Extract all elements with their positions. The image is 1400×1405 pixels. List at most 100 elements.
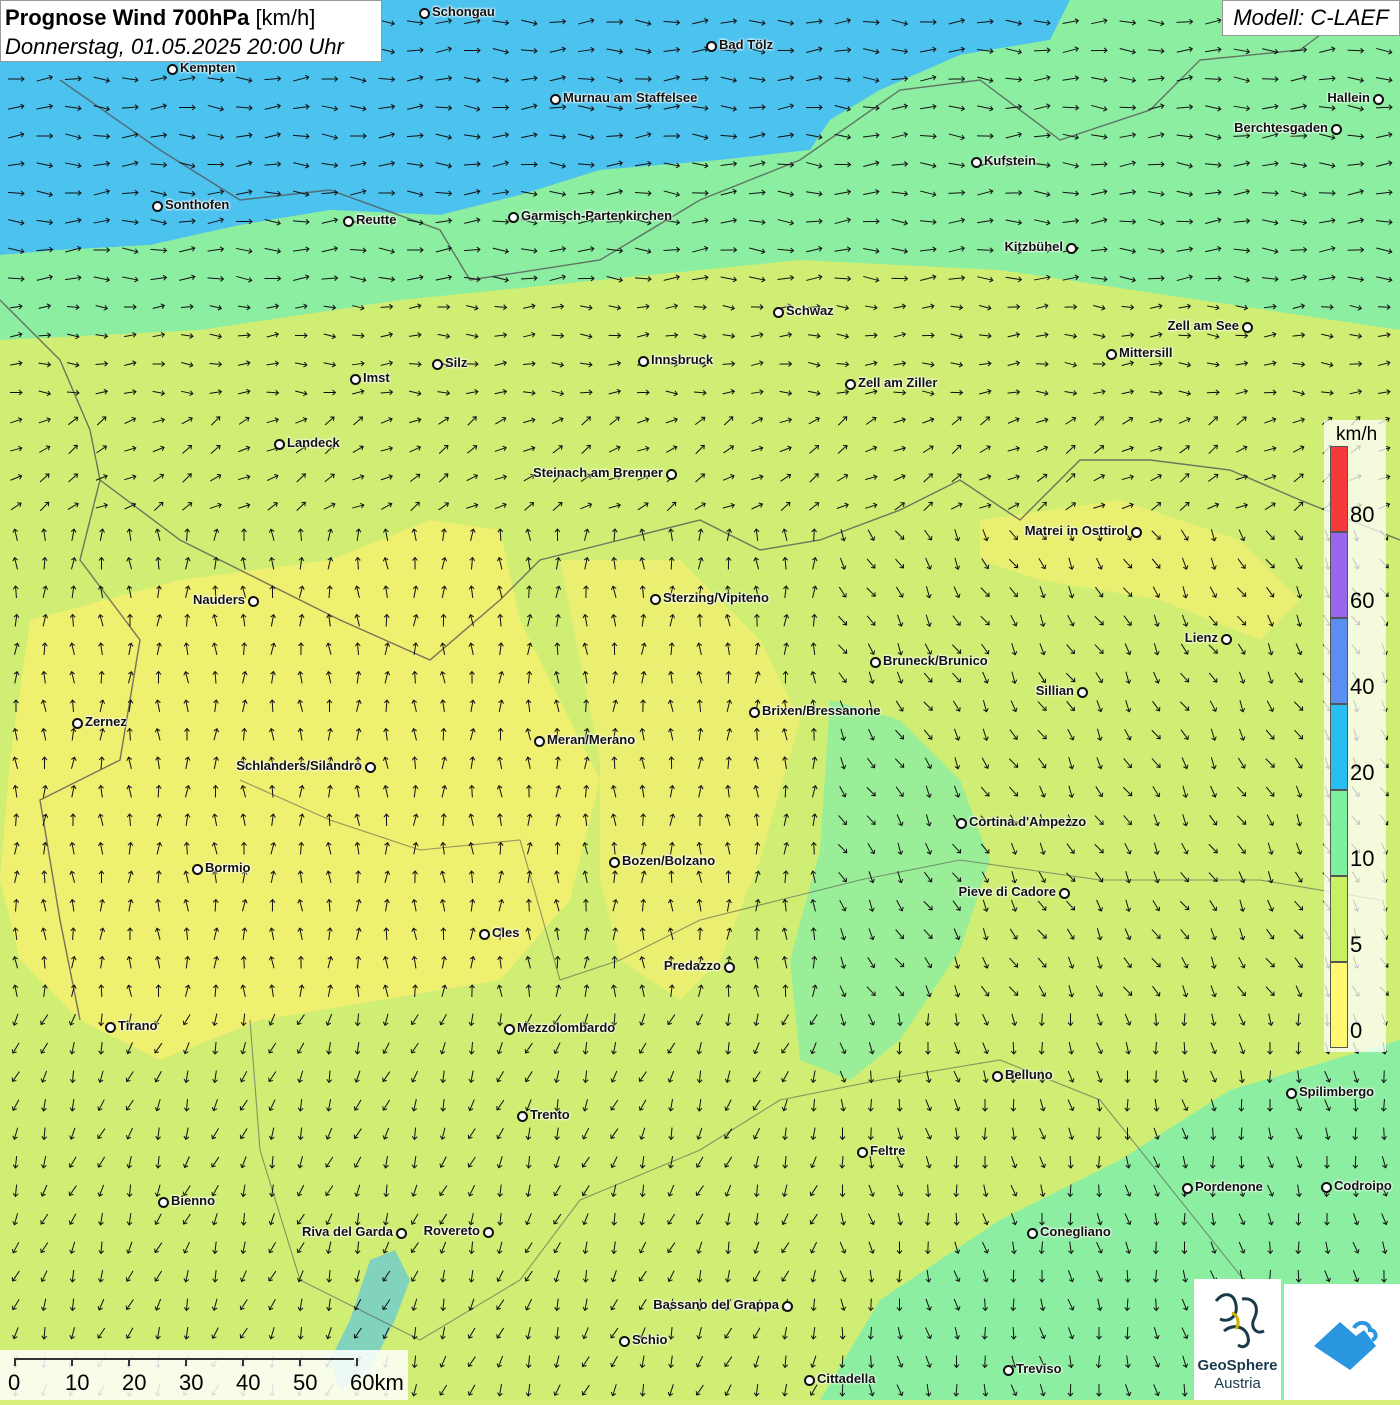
city-marker xyxy=(534,736,545,747)
city-label: Garmisch-Partenkirchen xyxy=(521,208,673,223)
scale-tick xyxy=(128,1358,130,1366)
city-label: Schwaz xyxy=(786,303,834,318)
city-marker xyxy=(508,212,519,223)
mountain-cloud-icon xyxy=(1314,1321,1378,1370)
city-label: Spilimbergo xyxy=(1299,1084,1375,1099)
city-label: Bienno xyxy=(171,1193,216,1208)
city-label: Reutte xyxy=(356,212,397,227)
city-label: Bozen/Bolzano xyxy=(622,853,716,868)
geosphere-mark-icon xyxy=(1214,1293,1265,1349)
city-marker xyxy=(1077,687,1088,698)
city-marker xyxy=(1331,124,1342,135)
city-marker xyxy=(550,94,561,105)
city-label: Zernez xyxy=(85,714,127,729)
city-marker xyxy=(1221,634,1232,645)
map-title-unit: [km/h] xyxy=(255,5,316,30)
scale-label: 20 xyxy=(122,1370,147,1395)
city-label: Berchtesgaden xyxy=(1234,120,1328,135)
city-label: Zell am Ziller xyxy=(858,375,938,390)
legend-label: 80 xyxy=(1350,502,1375,527)
city-marker xyxy=(365,762,376,773)
city-marker xyxy=(479,929,490,940)
legend-label: 60 xyxy=(1350,588,1375,613)
city-marker xyxy=(105,1022,116,1033)
scale-tick xyxy=(356,1358,358,1366)
city-label: Predazzo xyxy=(663,958,721,973)
city-label: Conegliano xyxy=(1040,1224,1111,1239)
city-marker xyxy=(1242,322,1253,333)
city-label: Schongau xyxy=(432,4,495,19)
city-label: Imst xyxy=(363,370,390,385)
scale-label: 30 xyxy=(179,1370,204,1395)
city-label: Kufstein xyxy=(984,153,1036,168)
city-marker xyxy=(870,657,881,668)
city-marker xyxy=(343,216,354,227)
legend-label: 20 xyxy=(1350,760,1375,785)
city-marker xyxy=(1286,1088,1297,1099)
legend-color-segment xyxy=(1330,618,1348,704)
legend-color-segment xyxy=(1330,532,1348,618)
city-marker xyxy=(158,1197,169,1208)
city-label: Bruneck/Brunico xyxy=(883,653,988,668)
map-title: Prognose Wind 700hPa [km/h] xyxy=(5,3,377,32)
city-marker xyxy=(666,469,677,480)
city-marker xyxy=(432,359,443,370)
model-label: Modell: C-LAEF xyxy=(1222,0,1400,36)
city-marker xyxy=(419,8,430,19)
city-marker xyxy=(1003,1365,1014,1376)
city-label: Pieve di Cadore xyxy=(958,884,1056,899)
scale-tick xyxy=(242,1358,244,1366)
scale-label: 0 xyxy=(8,1370,21,1395)
city-marker xyxy=(1059,888,1070,899)
city-label: Brixen/Bressanone xyxy=(762,703,881,718)
city-label: Nauders xyxy=(192,592,245,607)
scale-label: 40 xyxy=(236,1370,261,1395)
legend: km/h 80 60 40 20 10 5 0 xyxy=(1324,420,1386,1052)
city-marker xyxy=(638,356,649,367)
legend-label: 5 xyxy=(1350,932,1363,957)
city-marker xyxy=(1131,527,1142,538)
city-label: Sonthofen xyxy=(165,197,230,212)
city-marker xyxy=(773,307,784,318)
scale-line xyxy=(14,1358,354,1360)
city-marker xyxy=(650,594,661,605)
city-label: Schio xyxy=(632,1332,668,1347)
city-label: Sillian xyxy=(1035,683,1074,698)
legend-label: 0 xyxy=(1350,1018,1363,1043)
city-marker xyxy=(992,1071,1003,1082)
scale-tick xyxy=(14,1358,16,1366)
city-label: Pordenone xyxy=(1195,1179,1263,1194)
city-label: Cittadella xyxy=(817,1371,876,1386)
city-label: Schlanders/Silandro xyxy=(236,758,362,773)
city-label: Lienz xyxy=(1184,630,1218,645)
city-label: Codroipo xyxy=(1334,1178,1392,1193)
city-label: Feltre xyxy=(870,1143,906,1158)
city-label: Treviso xyxy=(1016,1361,1062,1376)
city-label: Sterzing/Vipiteno xyxy=(663,590,769,605)
city-marker xyxy=(248,596,259,607)
geosphere-name: GeoSphere xyxy=(1197,1357,1278,1374)
city-label: Cles xyxy=(492,925,520,940)
scale-label: 60km xyxy=(350,1370,404,1395)
city-label: Meran/Merano xyxy=(547,732,636,747)
city-marker xyxy=(504,1024,515,1035)
city-label: Silz xyxy=(445,355,468,370)
city-marker xyxy=(782,1301,793,1312)
city-label: Rovereto xyxy=(423,1223,480,1238)
city-label: Landeck xyxy=(287,435,340,450)
city-label: Belluno xyxy=(1005,1067,1053,1082)
city-label: Bassano del Grappa xyxy=(653,1297,779,1312)
city-label: Zell am See xyxy=(1167,318,1239,333)
city-label: Bormio xyxy=(205,860,251,875)
city-marker xyxy=(706,41,717,52)
city-label: Hallein xyxy=(1327,90,1370,105)
city-marker xyxy=(845,379,856,390)
legend-color-segment xyxy=(1330,790,1348,876)
city-label: Steinach am Brenner xyxy=(532,465,663,480)
title-box: Prognose Wind 700hPa [km/h] Donnerstag, … xyxy=(0,0,382,62)
city-label: Matrei in Osttirol xyxy=(1024,523,1128,538)
city-label: Mittersill xyxy=(1119,345,1173,360)
city-marker xyxy=(956,818,967,829)
city-marker xyxy=(152,201,163,212)
scale-bar: 0 10 20 30 40 50 60km xyxy=(0,1350,408,1400)
